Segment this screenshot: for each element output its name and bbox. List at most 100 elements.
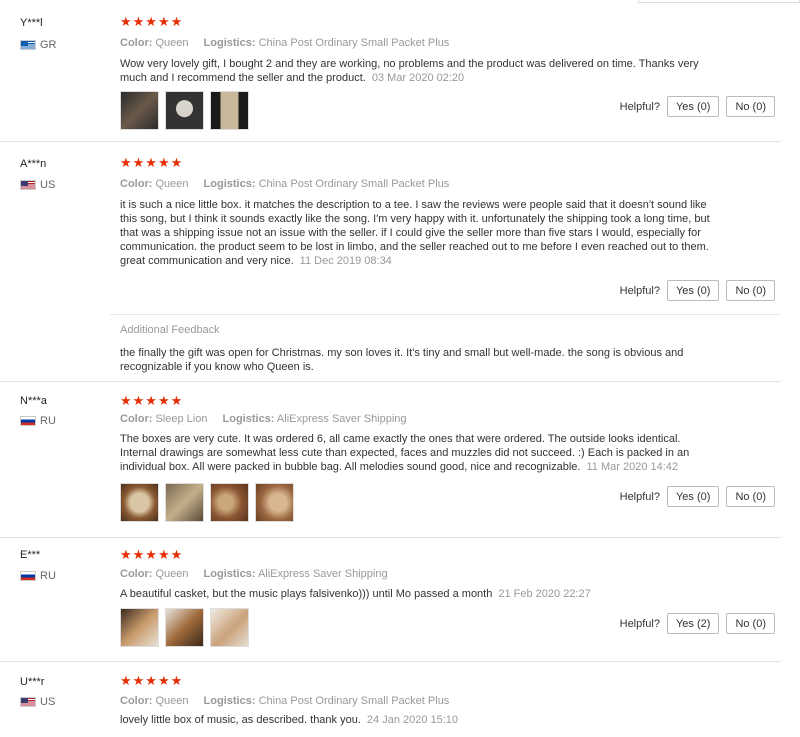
country-code: GR <box>40 39 57 51</box>
reviewer-name: A***n <box>20 158 47 170</box>
color-label: Color: <box>120 413 153 425</box>
review-meta: Color: Queen Logistics: China Post Ordin… <box>120 178 461 190</box>
helpful-label: Helpful? <box>619 100 660 113</box>
reviewer-name: Y***l <box>20 17 43 29</box>
color-label: Color: <box>120 178 153 190</box>
logistics-value: China Post Ordinary Small Packet Plus <box>258 37 450 49</box>
country-code: US <box>40 696 56 708</box>
no-button[interactable]: No (0) <box>726 613 775 634</box>
logistics-value: AliExpress Saver Shipping <box>276 413 407 425</box>
no-button[interactable]: No (0) <box>726 280 775 301</box>
reviewer-name: N***a <box>20 395 47 407</box>
color-label: Color: <box>120 695 153 707</box>
color-value: Queen <box>155 37 189 49</box>
additional-feedback-divider <box>110 314 781 315</box>
helpful-label: Helpful? <box>619 617 660 630</box>
top-border <box>0 0 800 3</box>
country-code: US <box>40 179 56 191</box>
yes-button[interactable]: Yes (0) <box>666 96 720 117</box>
review-divider <box>0 537 781 538</box>
yes-button[interactable]: Yes (0) <box>666 486 720 507</box>
logistics-label: Logistics: <box>222 413 275 425</box>
color-value: Queen <box>155 568 189 580</box>
reviewer-name: E*** <box>20 549 41 561</box>
review-photo[interactable] <box>120 483 159 522</box>
reviewer-name: U***r <box>20 676 45 688</box>
review-photos <box>120 608 249 647</box>
color-value: Sleep Lion <box>155 413 208 425</box>
star-rating: ★★★★★ <box>120 393 184 408</box>
reviewer-country: US <box>20 179 55 191</box>
yes-button[interactable]: Yes (0) <box>666 280 720 301</box>
review-photo[interactable] <box>210 608 249 647</box>
review-body: lovely little box of music, as described… <box>120 714 361 726</box>
review-divider <box>0 381 781 382</box>
logistics-value: China Post Ordinary Small Packet Plus <box>258 178 450 190</box>
usa-flag-icon <box>20 180 36 190</box>
logistics-label: Logistics: <box>203 37 256 49</box>
review-text: Wow very lovely gift, I bought 2 and the… <box>120 57 710 85</box>
logistics-label: Logistics: <box>203 178 256 190</box>
additional-feedback-title: Additional Feedback <box>120 324 220 336</box>
no-button[interactable]: No (0) <box>726 96 775 117</box>
review-body: it is such a nice little box. it matches… <box>120 199 710 267</box>
review-date: 24 Jan 2020 15:10 <box>366 714 459 726</box>
helpful-controls: Helpful? Yes (2) No (0) <box>620 613 775 634</box>
review-text: A beautiful casket, but the music plays … <box>120 587 710 601</box>
greece-flag-icon <box>20 40 36 50</box>
review-photo[interactable] <box>120 608 159 647</box>
review-photos <box>120 91 249 130</box>
review-date: 11 Mar 2020 14:42 <box>586 461 679 473</box>
color-label: Color: <box>120 568 153 580</box>
review-text: lovely little box of music, as described… <box>120 713 710 727</box>
helpful-controls: Helpful? Yes (0) No (0) <box>620 486 775 507</box>
yes-button[interactable]: Yes (2) <box>666 613 720 634</box>
star-rating: ★★★★★ <box>120 673 184 688</box>
helpful-controls: Helpful? Yes (0) No (0) <box>620 280 775 301</box>
review-photo[interactable] <box>210 91 249 130</box>
color-label: Color: <box>120 37 153 49</box>
logistics-label: Logistics: <box>203 695 256 707</box>
review-text: The boxes are very cute. It was ordered … <box>120 432 710 474</box>
russia-flag-icon <box>20 416 36 426</box>
reviewer-country: RU <box>20 415 56 427</box>
review-date: 03 Mar 2020 02:20 <box>371 72 465 84</box>
review-meta: Color: Queen Logistics: AliExpress Saver… <box>120 568 400 580</box>
star-rating: ★★★★★ <box>120 547 184 562</box>
review-text: it is such a nice little box. it matches… <box>120 198 710 268</box>
logistics-label: Logistics: <box>203 568 256 580</box>
review-photo[interactable] <box>165 91 204 130</box>
logistics-value: China Post Ordinary Small Packet Plus <box>258 695 450 707</box>
country-code: RU <box>40 570 56 582</box>
review-photo[interactable] <box>165 608 204 647</box>
reviewer-country: US <box>20 696 55 708</box>
country-code: RU <box>40 415 56 427</box>
helpful-controls: Helpful? Yes (0) No (0) <box>620 96 775 117</box>
no-button[interactable]: No (0) <box>726 486 775 507</box>
helpful-label: Helpful? <box>619 284 660 297</box>
review-photo[interactable] <box>210 483 249 522</box>
review-body: A beautiful casket, but the music plays … <box>120 588 493 600</box>
review-date: 11 Dec 2019 08:34 <box>299 255 392 267</box>
reviewer-country: RU <box>20 570 56 582</box>
star-rating: ★★★★★ <box>120 155 184 170</box>
review-photo[interactable] <box>255 483 294 522</box>
star-rating: ★★★★★ <box>120 14 184 29</box>
color-value: Queen <box>155 695 189 707</box>
review-meta: Color: Queen Logistics: China Post Ordin… <box>120 37 461 49</box>
color-value: Queen <box>155 178 189 190</box>
review-photos <box>120 483 294 522</box>
review-meta: Color: Queen Logistics: China Post Ordin… <box>120 695 461 707</box>
review-photo[interactable] <box>120 91 159 130</box>
review-photo[interactable] <box>165 483 204 522</box>
helpful-label: Helpful? <box>619 490 660 503</box>
review-meta: Color: Sleep Lion Logistics: AliExpress … <box>120 413 419 425</box>
reviewer-country: GR <box>20 39 57 51</box>
russia-flag-icon <box>20 571 36 581</box>
review-divider <box>0 141 781 142</box>
usa-flag-icon <box>20 697 36 707</box>
review-date: 21 Feb 2020 22:27 <box>498 588 591 600</box>
review-divider <box>0 661 781 662</box>
logistics-value: AliExpress Saver Shipping <box>257 568 388 580</box>
additional-feedback-text: the finally the gift was open for Christ… <box>120 347 684 373</box>
